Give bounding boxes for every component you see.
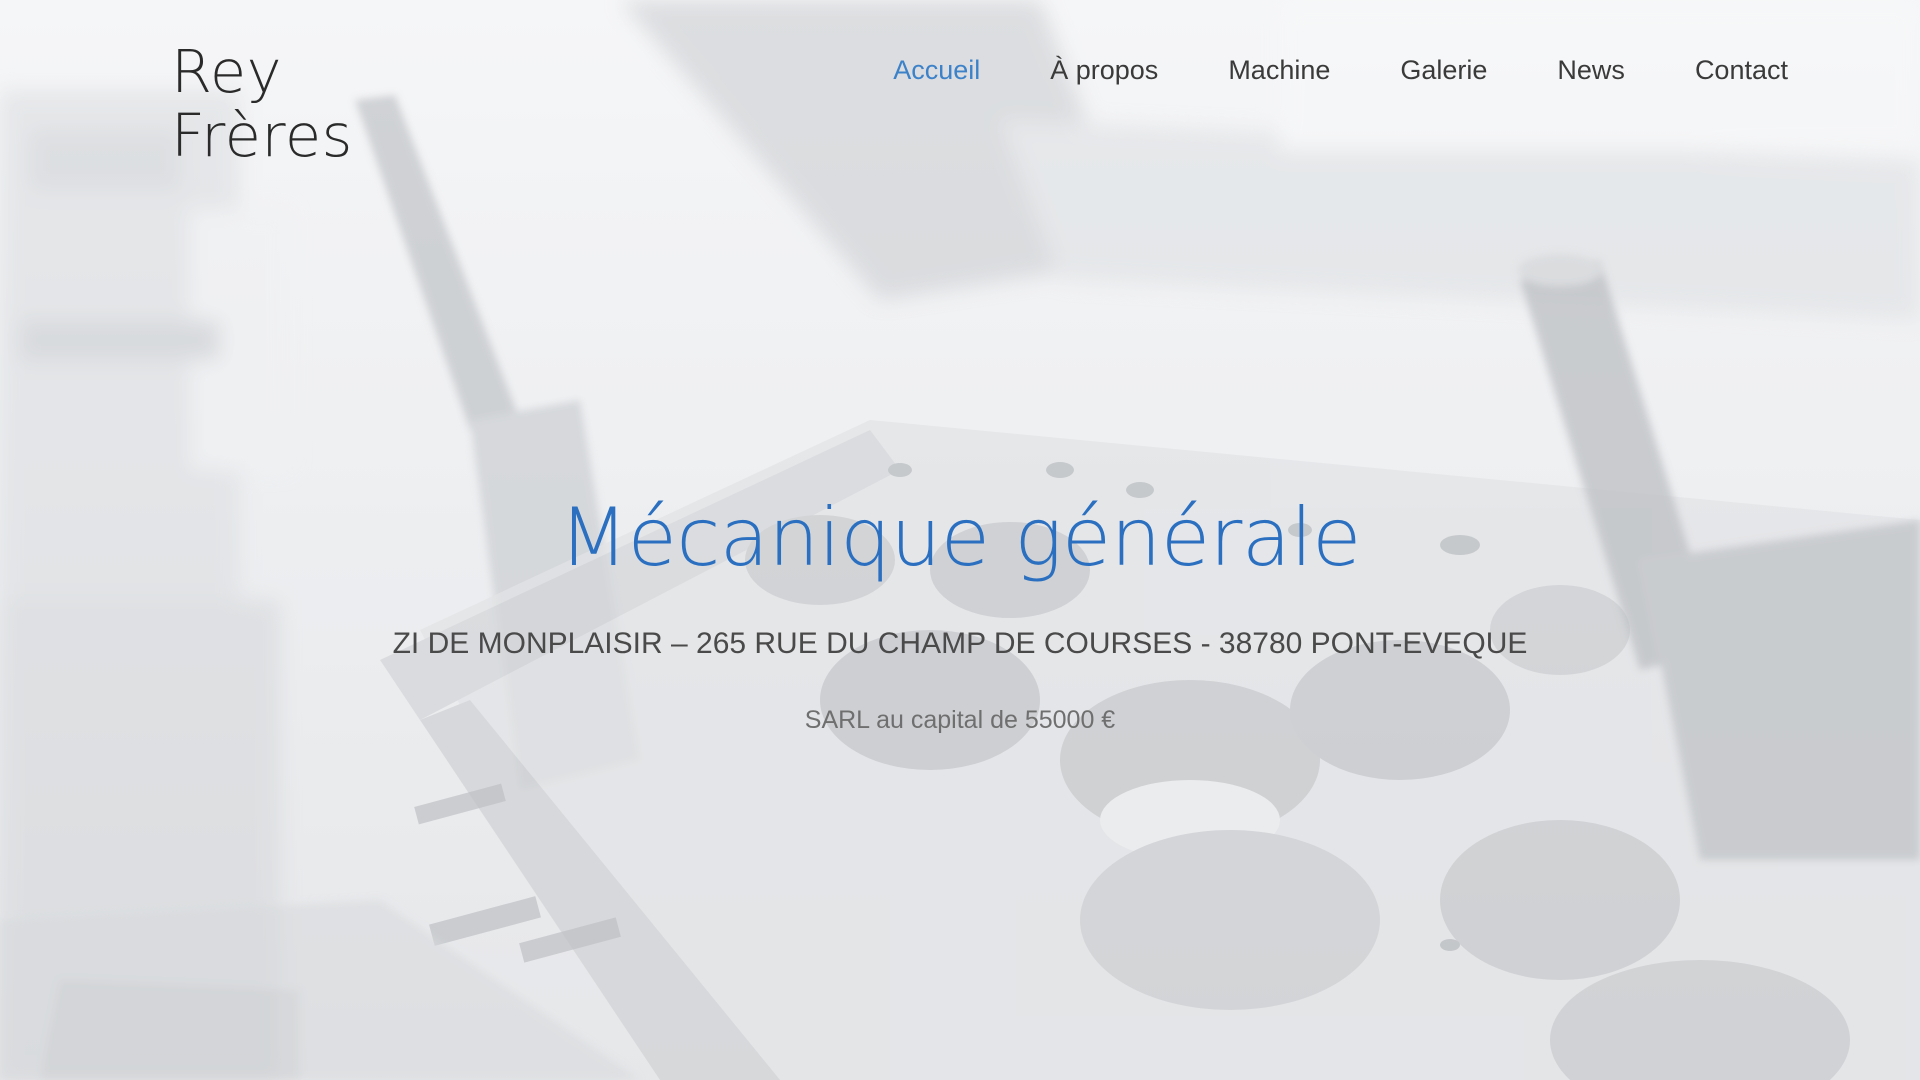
logo-line-2: Frères — [171, 101, 353, 170]
hero-address: ZI DE MONPLAISIR – 265 RUE DU CHAMP DE C… — [392, 627, 1528, 660]
hero-capital: SARL au capital de 55000 € — [804, 706, 1116, 734]
nav-item-contact[interactable]: Contact — [1695, 50, 1788, 90]
nav-item-machine[interactable]: Machine — [1228, 50, 1330, 90]
site-logo[interactable]: Rey Frères — [171, 40, 353, 168]
main-nav: Accueil À propos Machine Galerie News Co… — [823, 50, 1788, 90]
logo-line-1: Rey — [171, 37, 283, 106]
nav-item-galerie[interactable]: Galerie — [1400, 50, 1487, 90]
nav-item-a-propos[interactable]: À propos — [1050, 50, 1158, 90]
page: Rey Frères Accueil À propos Machine Gale… — [0, 0, 1920, 1080]
hero-title: Mécanique générale — [559, 491, 1361, 584]
nav-item-news[interactable]: News — [1557, 50, 1625, 90]
nav-item-accueil[interactable]: Accueil — [893, 50, 980, 90]
